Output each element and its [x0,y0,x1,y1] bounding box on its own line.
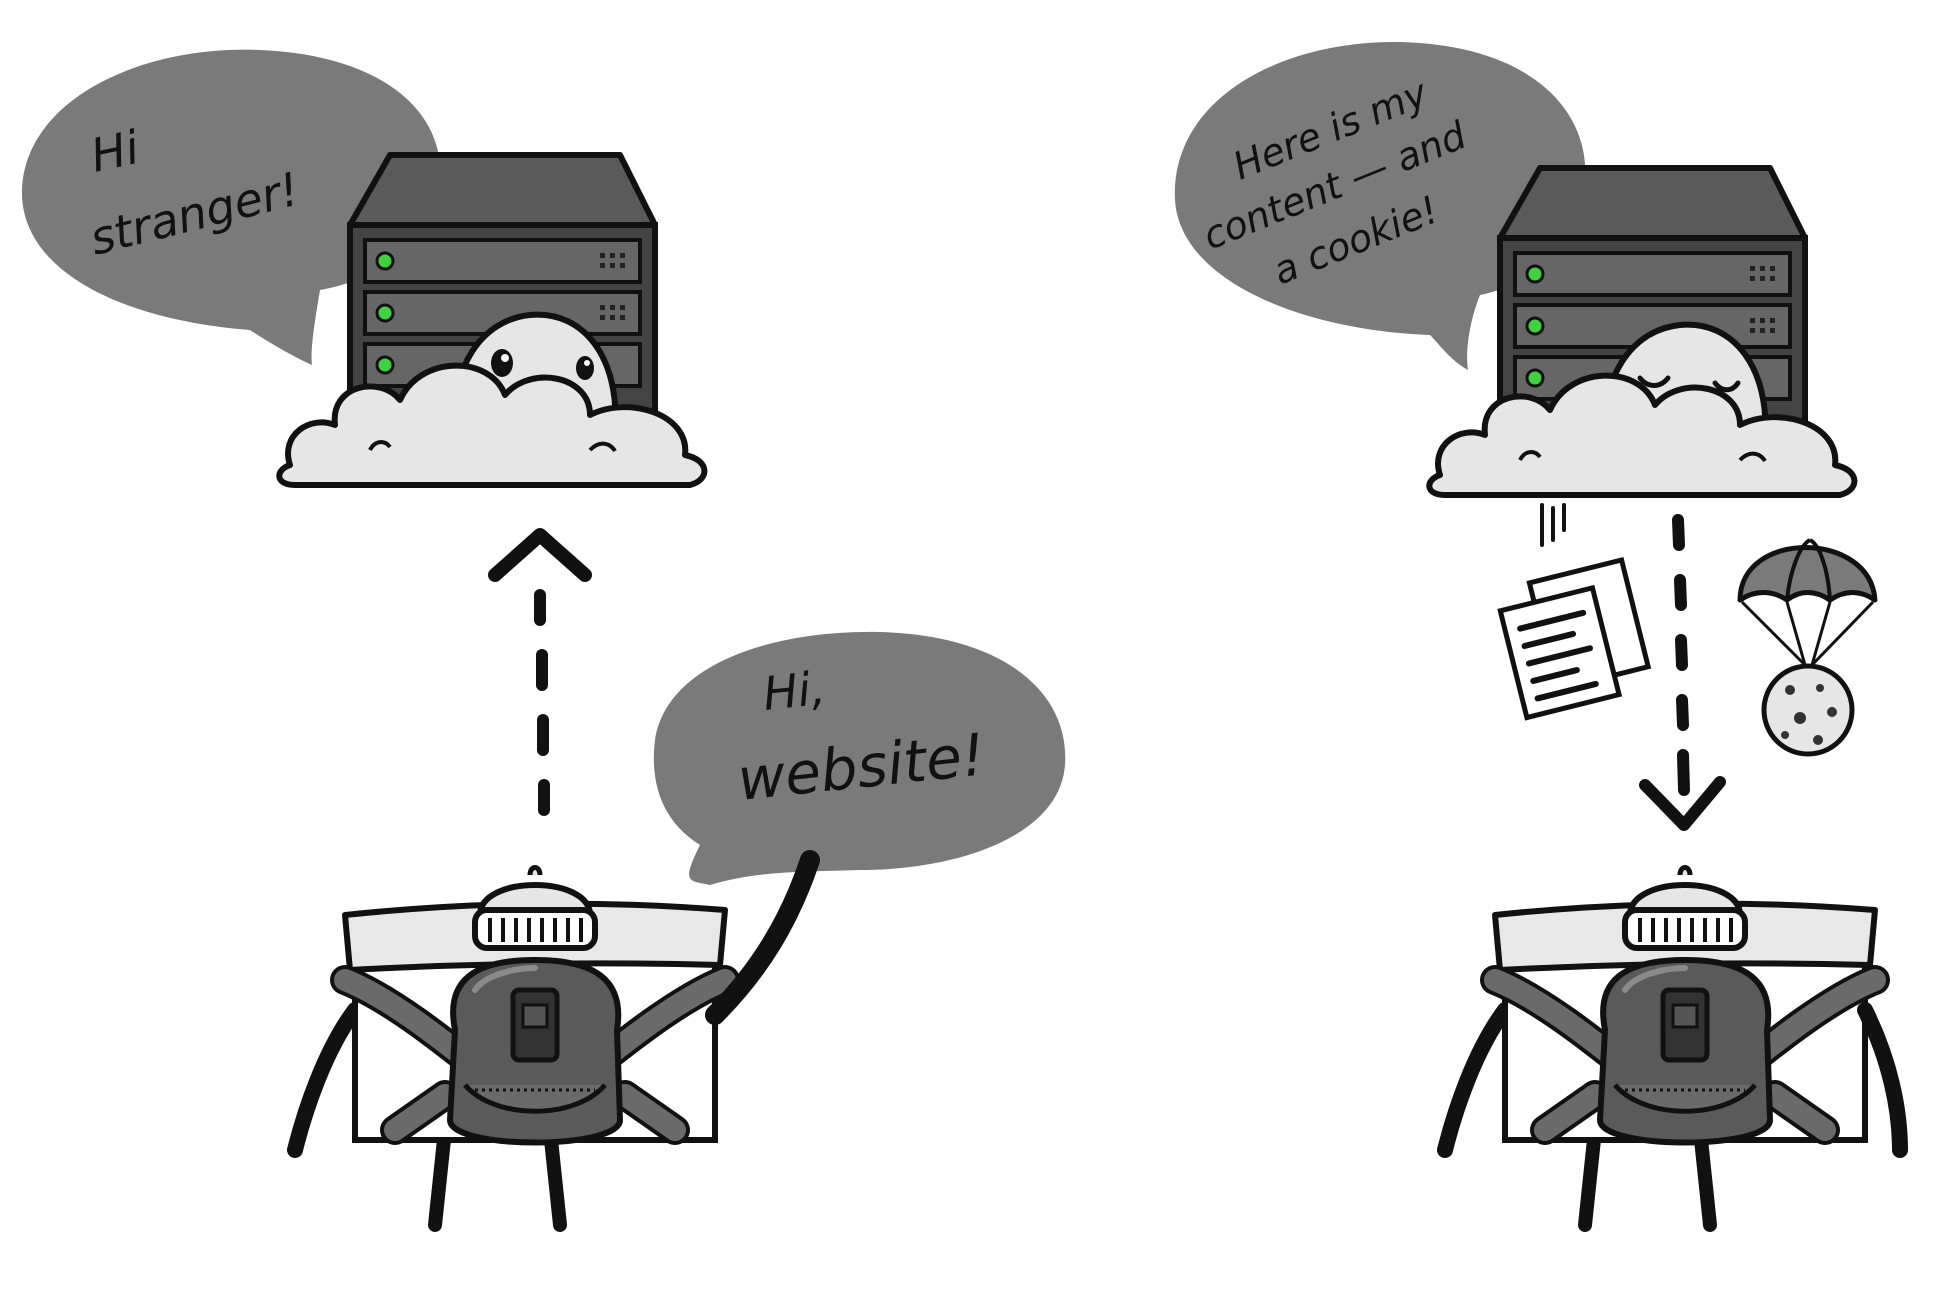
cookie-exchange-illustration: Hi stranger! Hi, website! Here is my con… [21,41,1908,1290]
browser-character-icon [1445,868,1908,1226]
arrow-down-icon [1639,514,1726,831]
scene-response: Here is my content — and a cookie! [1174,41,1908,1226]
parachute-icon [1737,538,1878,667]
browser-bubble-line1: Hi, [761,661,828,721]
browser-character-icon [295,850,820,1225]
scene-request: Hi stranger! Hi, website! [21,49,1066,1225]
documents-icon [1497,503,1652,721]
arrow-up-icon [488,528,592,816]
cookie-icon [1761,663,1855,757]
browser-speech-bubble: Hi, website! [653,631,1066,885]
